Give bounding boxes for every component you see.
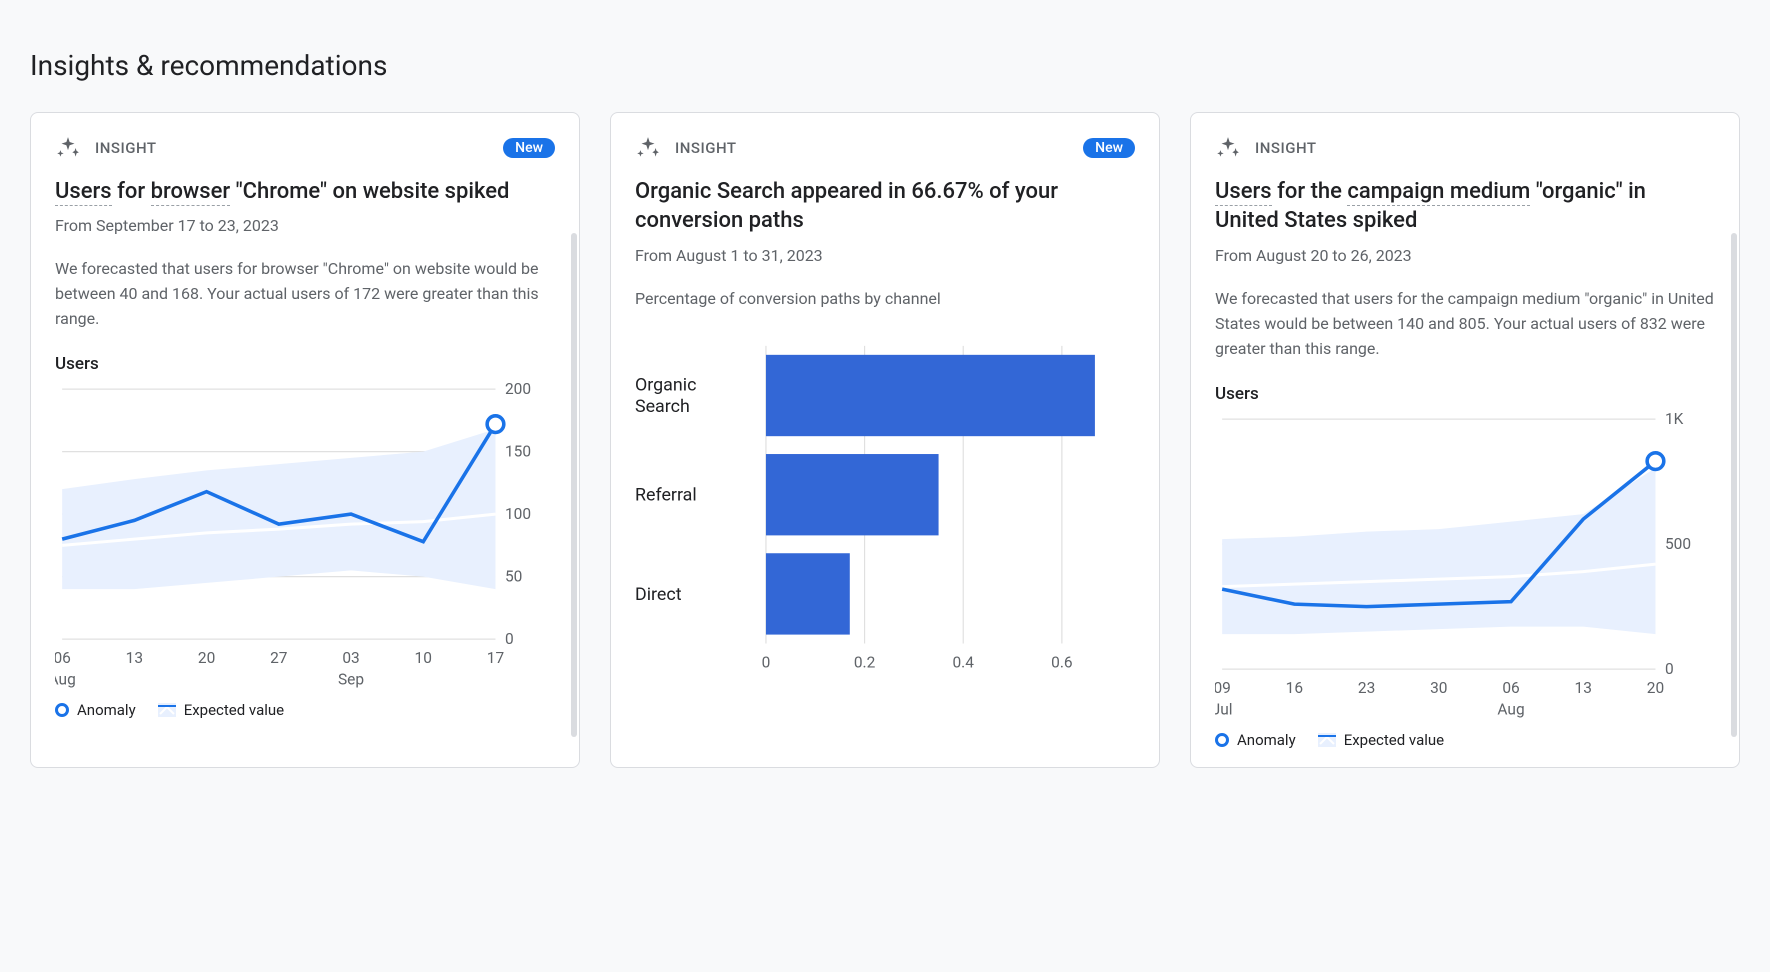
date-range: From August 1 to 31, 2023 xyxy=(635,246,1135,265)
insight-card[interactable]: INSIGHT New Organic Search appeared in 6… xyxy=(610,112,1160,768)
svg-text:500: 500 xyxy=(1665,534,1691,552)
svg-text:0.6: 0.6 xyxy=(1051,653,1072,671)
page-title: Insights & recommendations xyxy=(30,49,1740,82)
card-description: Percentage of conversion paths by channe… xyxy=(635,287,1135,312)
bar-chart: 0 0.2 0.4 0.6 OrganicSearch Referral Direct xyxy=(635,334,1135,679)
legend-expected-label: Expected value xyxy=(1344,731,1444,749)
scrollbar[interactable] xyxy=(1731,233,1737,737)
card-header: INSIGHT New xyxy=(635,135,1135,161)
svg-text:150: 150 xyxy=(505,442,531,460)
svg-text:17: 17 xyxy=(487,649,505,667)
expected-icon xyxy=(1318,733,1336,747)
svg-text:13: 13 xyxy=(1575,678,1592,696)
svg-text:13: 13 xyxy=(126,649,143,667)
svg-text:0.4: 0.4 xyxy=(952,653,974,671)
sparkle-icon xyxy=(1215,135,1241,161)
svg-text:0: 0 xyxy=(762,653,771,671)
insight-label: INSIGHT xyxy=(95,139,157,157)
card-description: We forecasted that users for browser "Ch… xyxy=(55,257,555,331)
line-chart: 0 500 1K 09 16 23 30 06 13 20 Jul Aug xyxy=(1215,412,1715,722)
svg-text:0: 0 xyxy=(1665,659,1674,677)
svg-text:20: 20 xyxy=(198,649,215,667)
svg-text:100: 100 xyxy=(505,505,531,523)
svg-text:20: 20 xyxy=(1647,678,1664,696)
anomaly-marker-icon xyxy=(55,703,69,717)
card-description: We forecasted that users for the campaig… xyxy=(1215,287,1715,361)
svg-text:06: 06 xyxy=(1502,678,1519,696)
date-range: From August 20 to 26, 2023 xyxy=(1215,246,1715,265)
chart-heading: Users xyxy=(1215,384,1715,404)
legend-anomaly: Anomaly xyxy=(55,701,136,719)
new-badge: New xyxy=(503,138,555,158)
card-header: INSIGHT New xyxy=(55,135,555,161)
date-range: From September 17 to 23, 2023 xyxy=(55,216,555,235)
legend-expected: Expected value xyxy=(1318,731,1444,749)
svg-text:Organic: Organic xyxy=(635,375,696,396)
card-title: Users for the campaign medium "organic" … xyxy=(1215,177,1715,236)
insight-label: INSIGHT xyxy=(1255,139,1317,157)
svg-text:16: 16 xyxy=(1286,678,1303,696)
card-header: INSIGHT xyxy=(1215,135,1715,161)
chart-heading: Users xyxy=(55,354,555,374)
insight-card[interactable]: INSIGHT New Users for browser "Chrome" o… xyxy=(30,112,580,768)
expected-icon xyxy=(158,703,176,717)
svg-text:50: 50 xyxy=(505,567,522,585)
insight-label: INSIGHT xyxy=(675,139,737,157)
svg-text:03: 03 xyxy=(342,649,359,667)
new-badge: New xyxy=(1083,138,1135,158)
legend-anomaly: Anomaly xyxy=(1215,731,1296,749)
svg-text:0.2: 0.2 xyxy=(854,653,876,671)
insight-card[interactable]: INSIGHT Users for the campaign medium "o… xyxy=(1190,112,1740,768)
scrollbar[interactable] xyxy=(571,233,577,737)
svg-text:10: 10 xyxy=(415,649,432,667)
sparkle-icon xyxy=(635,135,661,161)
svg-text:1K: 1K xyxy=(1665,412,1684,428)
svg-text:Referral: Referral xyxy=(635,485,697,506)
chart-legend: Anomaly Expected value xyxy=(55,701,555,719)
svg-text:Sep: Sep xyxy=(338,670,364,688)
line-chart: 0 50 100 150 200 06 13 20 27 03 10 17 Aug Sep xyxy=(55,382,555,692)
svg-text:Aug: Aug xyxy=(1497,700,1524,718)
svg-text:0: 0 xyxy=(505,630,514,648)
legend-anomaly-label: Anomaly xyxy=(1237,731,1296,749)
svg-text:Jul: Jul xyxy=(1215,700,1233,718)
svg-text:27: 27 xyxy=(270,649,288,667)
anomaly-marker-icon xyxy=(1215,733,1229,747)
svg-text:Aug: Aug xyxy=(55,670,76,688)
card-title: Organic Search appeared in 66.67% of you… xyxy=(635,177,1135,236)
svg-text:09: 09 xyxy=(1215,678,1231,696)
svg-text:Search: Search xyxy=(635,396,690,417)
svg-text:23: 23 xyxy=(1358,678,1375,696)
svg-text:06: 06 xyxy=(55,649,71,667)
svg-text:200: 200 xyxy=(505,382,531,398)
svg-text:Direct: Direct xyxy=(635,584,682,605)
cards-row: INSIGHT New Users for browser "Chrome" o… xyxy=(30,112,1740,768)
legend-expected-label: Expected value xyxy=(184,701,284,719)
legend-anomaly-label: Anomaly xyxy=(77,701,136,719)
svg-text:30: 30 xyxy=(1430,678,1447,696)
card-title: Users for browser "Chrome" on website sp… xyxy=(55,177,555,207)
sparkle-icon xyxy=(55,135,81,161)
legend-expected: Expected value xyxy=(158,701,284,719)
chart-legend: Anomaly Expected value xyxy=(1215,731,1715,749)
